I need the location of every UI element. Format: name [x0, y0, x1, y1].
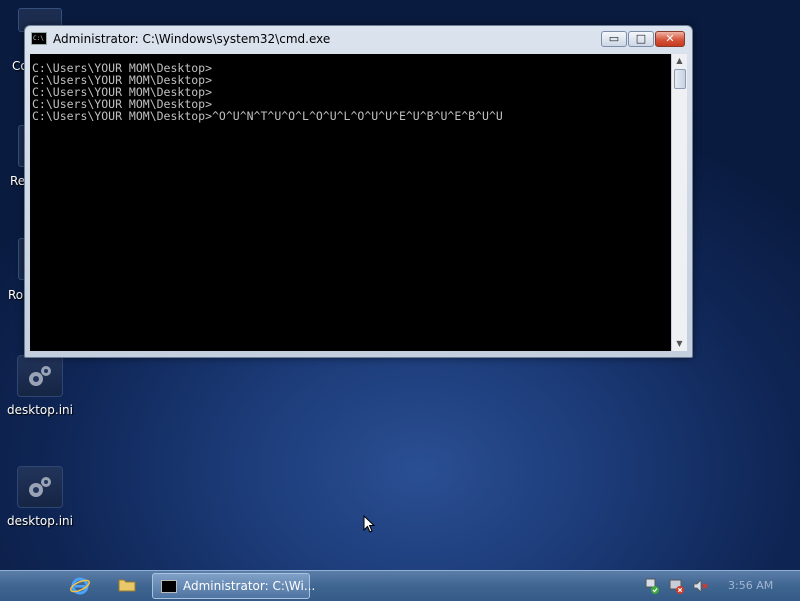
cmd-window[interactable]: Administrator: C:\Windows\system32\cmd.e…	[24, 25, 693, 358]
close-button[interactable]: ✕	[655, 31, 685, 47]
desktop-icon-label-partial: Ro	[8, 288, 24, 302]
vertical-scrollbar[interactable]: ▲ ▼	[671, 54, 687, 351]
window-title: Administrator: C:\Windows\system32\cmd.e…	[53, 32, 331, 46]
mouse-cursor-icon	[363, 514, 376, 537]
maximize-button[interactable]: □	[628, 31, 654, 47]
desktop-icon-desktop-ini[interactable]: desktop.ini	[0, 355, 80, 417]
console-line: C:\Users\YOUR MOM\Desktop>^O^U^N^T^U^O^L…	[32, 109, 503, 123]
ie-icon[interactable]	[70, 576, 90, 596]
gear-icon	[17, 466, 63, 508]
gear-icon	[17, 355, 63, 397]
cmd-icon	[161, 580, 177, 593]
desktop-icon-label: desktop.ini	[7, 403, 73, 417]
folder-icon[interactable]	[118, 577, 136, 593]
minimize-icon: ▭	[608, 32, 620, 45]
desktop-icon-label-partial: Re	[10, 174, 26, 188]
taskbar-clock[interactable]: 3:56 AM	[728, 579, 773, 592]
volume-muted-icon[interactable]	[692, 578, 708, 594]
cmd-icon	[31, 32, 47, 45]
scroll-down-arrow[interactable]: ▼	[672, 337, 687, 351]
console-output[interactable]: C:\Users\YOUR MOM\Desktop> C:\Users\YOUR…	[30, 54, 671, 351]
close-icon: ✕	[665, 32, 675, 45]
taskbar-button-label: Administrator: C:\Wi...	[183, 579, 316, 593]
security-alert-icon[interactable]	[668, 577, 686, 595]
desktop-icon-label: desktop.ini	[7, 514, 73, 528]
network-icon[interactable]	[643, 577, 661, 595]
scroll-up-arrow[interactable]: ▲	[672, 54, 687, 68]
desktop-icon-desktop-ini[interactable]: desktop.ini	[0, 466, 80, 528]
scroll-thumb[interactable]	[674, 69, 686, 89]
taskbar: Administrator: C:\Wi... 3:56 AM	[0, 570, 800, 601]
maximize-icon: □	[635, 32, 647, 45]
taskbar-button-cmd[interactable]: Administrator: C:\Wi...	[152, 573, 315, 599]
minimize-button[interactable]: ▭	[601, 31, 627, 47]
window-titlebar[interactable]: Administrator: C:\Windows\system32\cmd.e…	[25, 26, 692, 52]
console-text: C:\Users\YOUR MOM\Desktop> C:\Users\YOUR…	[30, 54, 671, 122]
